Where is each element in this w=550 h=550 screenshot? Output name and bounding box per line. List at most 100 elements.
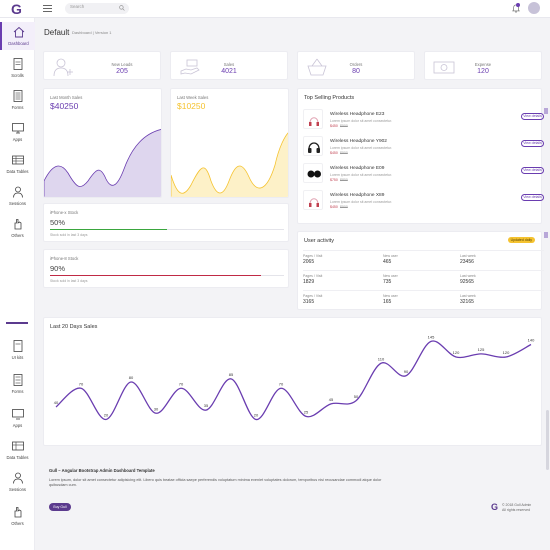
app-logo[interactable]: G [11,1,22,17]
activity-row: Pages / Visit 3165 New user 165 Last week 3… [303,290,544,310]
stat-label: Orders [349,62,363,67]
stat-value: 80 [352,68,360,75]
activity-value: 1829 [303,279,315,285]
sales-card-month: Last Month Sales $40250 [43,88,162,198]
sidebar-active-indicator [6,322,28,324]
data-label: 70 [179,381,184,386]
view-details-button[interactable]: View details [521,194,544,201]
stat-value: 4021 [221,68,237,75]
notification-badge [516,3,520,7]
view-details-button[interactable]: View details [521,167,544,174]
sidebar-item-apps[interactable]: Apps [0,118,35,146]
sidebar-item-dashboard[interactable]: Dashboard [0,22,35,50]
sidebar-item-label: Dashboard [8,41,29,46]
view-details-button[interactable]: View details [521,113,544,120]
product-desc: Lorem ipsum dolor sit amet consectetur. [330,173,393,177]
stock-value: 90% [50,264,66,273]
search-input[interactable]: Search [65,3,129,14]
footer-logo: G [491,502,499,512]
product-item: Wireless Headphone E23 Lorem ipsum dolor… [303,109,544,135]
top-bar: G Search [0,0,550,18]
product-item: Wireless Headphone Y902 Lorem ipsum dolo… [303,136,544,162]
footer-title: Gull – Angular Bootstrap Admin Dashboard… [49,468,155,473]
activity-value: 465 [383,259,392,265]
monitor-icon [11,409,24,420]
data-label: 20 [104,413,109,418]
data-label: 120 [503,350,510,355]
data-label: 85 [229,372,234,377]
last-20-days-chart-card: Last 20 Days Sales 40 70 20 80 30 70 35 85 20 70 2… [43,317,542,446]
menu-toggle-icon[interactable] [43,5,52,12]
view-details-button[interactable]: View details [521,140,544,147]
activity-row: Pages / Visit 2065 New user 465 Last week 2… [303,250,544,270]
sidebar-item-data-tables-lower[interactable]: Data Tables [0,436,35,464]
monitor-icon [11,123,24,134]
sidebar-item-forms[interactable]: Forms [0,86,35,114]
headphone-icon [309,198,319,207]
data-label: 70 [279,381,284,386]
sidebar-item-data-tables[interactable]: Data Tables [0,150,35,178]
stock-label: iPhone-8 Stock [50,256,79,261]
stock-card-iphone-8: iPhone-8 Stock 90% Stock sold in last 3 … [43,249,289,288]
buy-gull-button[interactable]: Buy Gull [49,503,71,511]
search-placeholder: Search [70,4,85,9]
form-icon [13,90,22,102]
data-label: 90 [404,369,409,374]
footer-rights: All rights reserved [502,508,531,512]
home-icon [13,26,24,38]
sidebar-item-apps-lower[interactable]: Apps [0,404,35,432]
user-activity-title: User activity [304,238,334,244]
scrollbar[interactable] [546,410,549,470]
activity-value: 92565 [460,279,474,285]
activity-value: 165 [383,299,392,305]
product-name: Wireless Headphone E09 [330,166,385,171]
week-sales-area-chart [171,132,288,197]
data-label: 120 [453,350,460,355]
sales-label: Last Week Sales [177,95,209,100]
stat-card-sales: Sales 4021 [170,51,288,80]
data-label: 50 [354,394,359,399]
status-badge: Updated daily [507,237,535,243]
product-name: Wireless Headphone Y902 [330,139,387,144]
stat-value: 120 [477,68,489,75]
activity-value: 735 [383,279,392,285]
sidebar-item-forms-lower[interactable]: Forms [0,370,35,398]
activity-value: 2065 [303,259,315,265]
product-old-price: $500 [340,124,348,128]
data-label: 70 [79,381,84,386]
stat-label: New Leads [111,62,133,67]
search-icon [119,5,125,11]
stock-card-iphone-x: iPhone-x Stock 50% Stock sold in last 3 … [43,203,289,242]
sidebar-item-label: Others [11,233,24,238]
product-item: Wireless Headphone X89 Lorem ipsum dolor… [303,190,544,216]
activity-key: New user [383,274,398,278]
sidebar-item-label: Sessions [9,487,26,492]
sidebar-item-others-lower[interactable]: Others [0,502,35,530]
sidebar-item-label: Scrolls [11,73,24,78]
user-avatar[interactable] [528,2,540,14]
product-old-price: $800 [340,178,348,182]
stock-progress-fill [50,275,261,276]
activity-value: 32165 [460,299,474,305]
footer-text: Lorem ipsum, dolor sit amet consectetur … [49,478,382,487]
sidebar-item-ui-kits[interactable]: UI kits [0,336,35,364]
customizer-gear-icon[interactable] [544,108,548,114]
sales-value: $40250 [50,101,79,111]
sidebar-item-sessions-lower[interactable]: Sessions [0,468,35,496]
breadcrumb[interactable]: Dashboard | Version 1 [72,30,112,35]
stat-card-orders: Orders 80 [297,51,415,80]
table-icon [11,441,24,451]
sidebar-lower: UI kits Forms Apps Data Tables Sessions … [0,318,35,550]
data-label: 80 [129,375,134,380]
product-name: Wireless Headphone E23 [330,112,385,117]
data-label: 20 [254,413,259,418]
sidebar-item-sessions[interactable]: Sessions [0,182,35,210]
top-products-card: Top Selling Products Wireless Headphone … [297,88,544,224]
document-icon [13,58,22,70]
data-label: 110 [378,356,385,361]
customizer-gear-icon[interactable] [544,232,548,238]
sidebar-item-scrolls[interactable]: Scrolls [0,54,35,82]
data-label: 40 [54,400,59,405]
sidebar-item-others[interactable]: Others [0,214,35,242]
sidebar-item-label: Data Tables [6,169,29,174]
